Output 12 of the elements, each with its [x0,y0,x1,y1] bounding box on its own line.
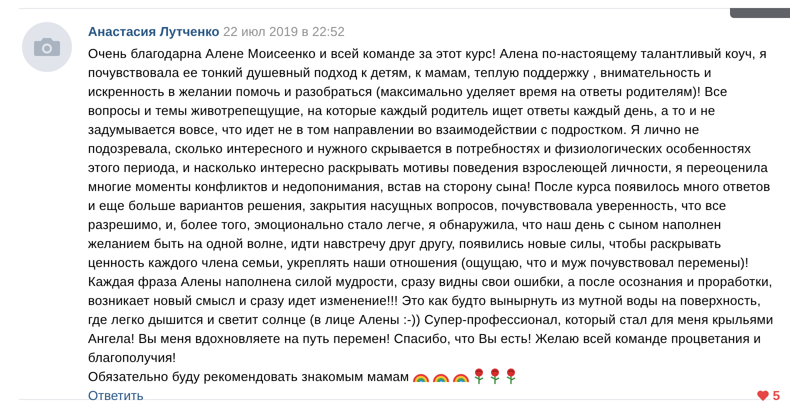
heart-icon [756,390,769,401]
rose-icon [473,368,486,384]
author-name[interactable]: Анастасия Лутченко [88,24,220,39]
comment-text: Очень благодарна Алене Моисеенко и всей команде за этот курс! Алена по-настоящему талантливый коуч, я почувствовала ее тонкий душевный подход к детям, к мамам, теплую поддержку , внимательность и искренность в желании помочь и разобраться (максимально уделяет время на ответы родителям)! Все вопросы и темы животрепещущие, на которые каждый родитель ищет ответы каждый день, а то и не задумывается вовсе, что идет не в том направлении во взаимодействии с подростком. Я лично не подозревала, сколько интересного и нужного скрывается в потребностях и физиологических особенностях этого периода, и насколько интересно раскрывать мотивы поведения взрослеющей личности, я переоценила многие моменты конфликтов и недопонимания, встав на сторону сына! После курса появилось много ответов и еще больше вариантов решения, закрытия насущных вопросов, почувствовала уверенность, что все разрешимо, и, более того, эмоционально стало легче, я обнаружила, что наш день с сыном наполнен желанием быть на одной волне, идти навстречу друг другу, появились новые силы, чтобы раскрывать ценность каждого члена семьи, укреплять наши отношения (ощущаю, что и муж почувствовал перемены)! Каждая фраза Алены наполнена силой мудрости, сразу видны свои ошибки, а после осознания и проработки, возникает новый смысл и сразу идет изменение!!! Это как будто вынырнуть из мутной воды на поверхность, где легко дышится и светит солнце (в лице Алены :-)) Супер-профессионал, который стал для меня крыльями Ангела! Вы меня вдохновляете на путь перемен! Спасибо, что Вы есть! Желаю всей команде процветания и благополучия! [88,44,774,366]
comment-text: Обязательно буду рекомендовать знакомым мамам [88,368,410,386]
camera-icon [34,37,60,57]
like-button[interactable]: 5 [756,386,780,405]
comment-date: 22 июл 2019 в 22:52 [223,24,345,39]
rose-icon [505,368,518,384]
rose-icon [489,368,502,384]
reply-link[interactable]: Ответить [88,386,144,405]
panel-edge [730,8,790,18]
